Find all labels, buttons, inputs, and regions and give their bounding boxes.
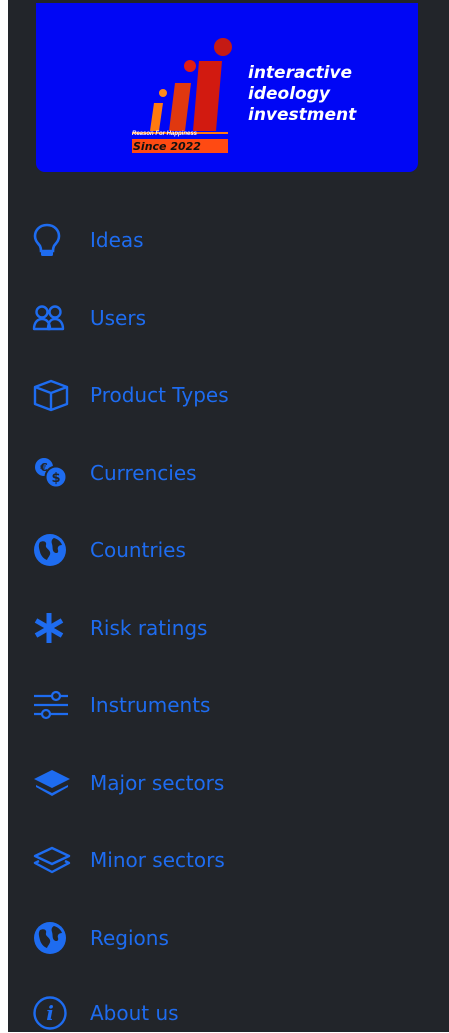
sidebar-item-currencies[interactable]: € $ Currencies	[32, 453, 197, 493]
sidebar-item-instruments[interactable]: Instruments	[32, 685, 210, 725]
sidebar-menu: Ideas Users Product Types € $ Currencies…	[8, 0, 449, 1032]
sidebar-item-minor-sectors[interactable]: Minor sectors	[32, 840, 225, 880]
sidebar-item-label: Ideas	[90, 228, 144, 252]
sidebar-item-label: Regions	[90, 926, 169, 950]
info-circle-icon: i	[32, 993, 84, 1033]
currency-exchange-icon: € $	[32, 453, 84, 493]
sidebar-item-users[interactable]: Users	[32, 298, 146, 338]
sidebar-item-label: Instruments	[90, 693, 211, 717]
sidebar-item-countries[interactable]: Countries	[32, 530, 186, 570]
asterisk-icon	[32, 608, 84, 648]
sidebar-item-label: About us	[90, 1001, 179, 1025]
sidebar-item-label: Currencies	[90, 461, 197, 485]
globe-icon	[32, 530, 84, 570]
sidebar-item-regions[interactable]: Regions	[32, 918, 169, 958]
lightbulb-icon	[32, 220, 84, 260]
sidebar-item-label: Countries	[90, 538, 186, 562]
globe-icon	[32, 918, 84, 958]
svg-text:i: i	[46, 1001, 54, 1025]
sidebar-item-label: Risk ratings	[90, 616, 208, 640]
sidebar-item-product-types[interactable]: Product Types	[32, 375, 229, 415]
sidebar-item-label: Product Types	[90, 383, 229, 407]
sidebar-item-label: Minor sectors	[90, 848, 225, 872]
users-icon	[32, 298, 84, 338]
sidebar-item-label: Users	[90, 306, 147, 330]
layers-filled-icon	[32, 763, 84, 803]
sliders-icon	[32, 685, 84, 725]
sidebar: interactive ideology investment Reason F…	[8, 0, 449, 1032]
sidebar-item-major-sectors[interactable]: Major sectors	[32, 763, 224, 803]
cube-icon	[32, 375, 84, 415]
sidebar-item-label: Major sectors	[90, 771, 225, 795]
svg-text:$: $	[51, 471, 60, 486]
sidebar-item-about-us[interactable]: i About us	[32, 993, 179, 1033]
sidebar-item-ideas[interactable]: Ideas	[32, 220, 144, 260]
sidebar-item-risk-ratings[interactable]: Risk ratings	[32, 608, 207, 648]
layers-outline-icon	[32, 840, 84, 880]
